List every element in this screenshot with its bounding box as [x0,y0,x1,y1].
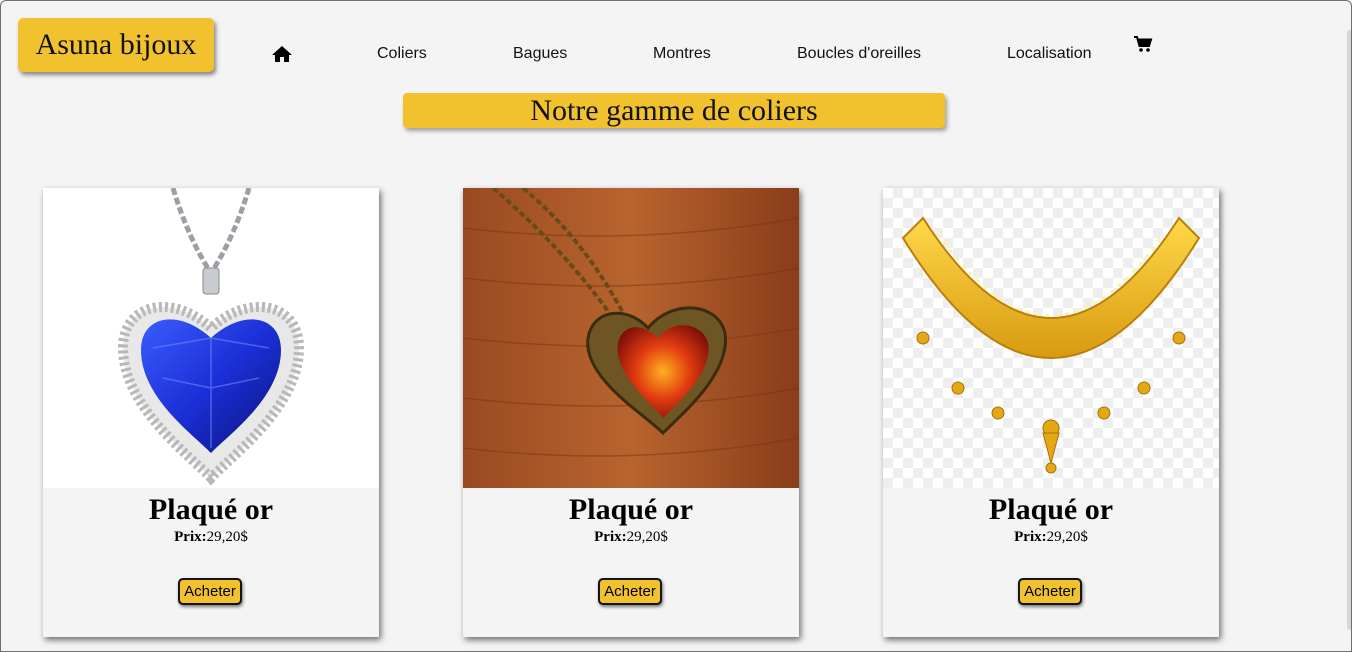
buy-button[interactable]: Acheter [598,578,662,605]
price-label: Prix: [1014,529,1047,545]
section-title: Notre gamme de coliers [403,93,945,128]
cart-icon[interactable] [1133,35,1153,53]
price-value: 29,20$ [206,529,248,545]
home-icon[interactable] [271,45,293,63]
nav-item-montres[interactable]: Montres [653,45,711,63]
product-price: Prix:29,20$ [883,529,1219,546]
price-label: Prix: [174,529,207,545]
product-image-bronze-heart-locket[interactable] [463,188,799,488]
product-image-blue-heart-necklace[interactable] [43,188,379,488]
scrollbar[interactable] [1347,30,1352,630]
product-card: Plaqué or Prix:29,20$ Acheter [43,188,379,637]
product-image-gold-necklace[interactable] [883,188,1219,488]
nav-item-localisation[interactable]: Localisation [1007,45,1092,63]
nav-item-bagues[interactable]: Bagues [513,45,567,63]
product-price: Prix:29,20$ [463,529,799,546]
product-title: Plaqué or [148,493,274,526]
nav-item-coliers[interactable]: Coliers [377,45,427,63]
buy-button[interactable]: Acheter [1018,578,1082,605]
product-title: Plaqué or [988,493,1114,526]
product-title: Plaqué or [568,493,694,526]
price-value: 29,20$ [626,529,668,545]
brand-logo[interactable]: Asuna bijoux [18,18,214,72]
nav-item-boucles[interactable]: Boucles d'oreilles [797,45,921,63]
buy-button[interactable]: Acheter [178,578,242,605]
price-value: 29,20$ [1046,529,1088,545]
product-price: Prix:29,20$ [43,529,379,546]
price-label: Prix: [594,529,627,545]
product-card: Plaqué or Prix:29,20$ Acheter [883,188,1219,637]
product-card: Plaqué or Prix:29,20$ Acheter [463,188,799,637]
